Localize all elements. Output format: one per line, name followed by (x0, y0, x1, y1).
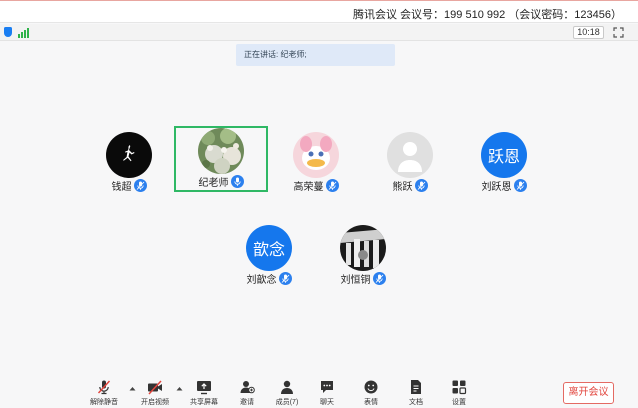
members-icon (281, 380, 293, 394)
default-user-icon (398, 142, 422, 172)
participant-name-row: 刘跃恩 (457, 178, 551, 193)
speaking-indicator: 正在讲话: 纪老师; (236, 44, 395, 66)
invite-button[interactable]: 邀请 (225, 379, 269, 407)
participant-avatar-initials: 歆念 (246, 225, 292, 271)
jumpman-logo-icon (123, 145, 135, 162)
mic-speaking-icon (230, 175, 244, 188)
participant-name: 刘恒铜 (340, 275, 371, 286)
invite-label: 邀请 (240, 399, 254, 406)
settings-grid-icon (452, 380, 467, 395)
participant-tile-active[interactable]: 纪老师 (174, 126, 268, 192)
participant-name: 刘跃恩 (481, 182, 512, 193)
participant-tile[interactable]: 熊跃 (363, 130, 457, 196)
fullscreen-icon[interactable] (613, 27, 624, 38)
participant-avatar (106, 132, 152, 178)
mic-icon (133, 179, 147, 192)
participant-name: 刘歆念 (246, 275, 277, 286)
participant-name-row: 刘恒铜 (316, 271, 410, 286)
members-label: 成员(7) (275, 399, 299, 406)
mic-icon (278, 272, 292, 285)
participant-name: 纪老师 (198, 178, 229, 189)
emoji-icon (364, 380, 378, 394)
meeting-toolbar: 解除静音 开启视频 共享屏幕 邀请 成员(7) 聊天 表情 文档 设置 (0, 376, 638, 408)
mic-icon (513, 179, 527, 192)
documents-button[interactable]: 文档 (394, 379, 438, 407)
participant-avatar (387, 132, 433, 178)
documents-label: 文档 (409, 399, 423, 406)
participant-name: 钱超 (111, 182, 132, 193)
bw-photo-icon (340, 225, 386, 271)
unmute-label: 解除静音 (90, 399, 118, 406)
share-screen-label: 共享屏幕 (190, 399, 218, 406)
participant-name-row: 钱超 (82, 178, 176, 193)
participant-avatar (198, 128, 244, 174)
members-button[interactable]: 成员(7) (265, 379, 309, 407)
share-screen-icon (197, 381, 211, 395)
leave-meeting-button[interactable]: 离开会议 (563, 382, 614, 404)
participant-tile[interactable]: 刘恒铜 (316, 223, 410, 289)
participant-tile[interactable]: 跃恩 刘跃恩 (457, 130, 551, 196)
mic-muted-icon (97, 380, 111, 395)
chat-icon (321, 381, 333, 393)
meeting-timer: 10:18 (573, 26, 604, 39)
meeting-title: 腾讯会议 会议号：199 510 992 （会议密码：123456） (353, 9, 622, 21)
chat-button[interactable]: 聊天 (305, 379, 349, 407)
video-off-icon (148, 380, 162, 395)
unmute-button[interactable]: 解除静音 (82, 379, 126, 407)
settings-label: 设置 (452, 399, 466, 406)
participant-name: 熊跃 (392, 182, 413, 193)
participant-name-row: 高荣蔓 (269, 178, 363, 193)
participant-name: 高荣蔓 (293, 182, 324, 193)
participant-name-row: 熊跃 (363, 178, 457, 193)
settings-button[interactable]: 设置 (437, 379, 481, 407)
participant-tile[interactable]: 钱超 (82, 130, 176, 196)
chat-label: 聊天 (320, 399, 334, 406)
mic-icon (325, 179, 339, 192)
flowers-photo-icon (198, 128, 244, 174)
start-video-label: 开启视频 (141, 399, 169, 406)
network-signal-icon[interactable] (18, 27, 32, 38)
participant-tile[interactable]: 高荣蔓 (269, 130, 363, 196)
participant-avatar (340, 225, 386, 271)
cartoon-duck-icon (293, 132, 339, 178)
emoji-button[interactable]: 表情 (349, 379, 393, 407)
participant-name-row: 纪老师 (176, 174, 266, 189)
status-bar: 10:18 (0, 24, 638, 41)
participant-name-row: 刘歆念 (222, 271, 316, 286)
invite-user-icon (240, 381, 255, 394)
document-icon (411, 380, 421, 394)
mic-icon (414, 179, 428, 192)
participant-avatar (293, 132, 339, 178)
mic-icon (372, 272, 386, 285)
participant-avatar-initials: 跃恩 (481, 132, 527, 178)
share-screen-button[interactable]: 共享屏幕 (182, 379, 226, 407)
emoji-label: 表情 (364, 399, 378, 406)
participant-tile[interactable]: 歆念 刘歆念 (222, 223, 316, 289)
start-video-button[interactable]: 开启视频 (133, 379, 177, 407)
security-shield-icon[interactable] (4, 27, 12, 37)
title-bar: 腾讯会议 会议号：199 510 992 （会议密码：123456） (0, 0, 638, 23)
